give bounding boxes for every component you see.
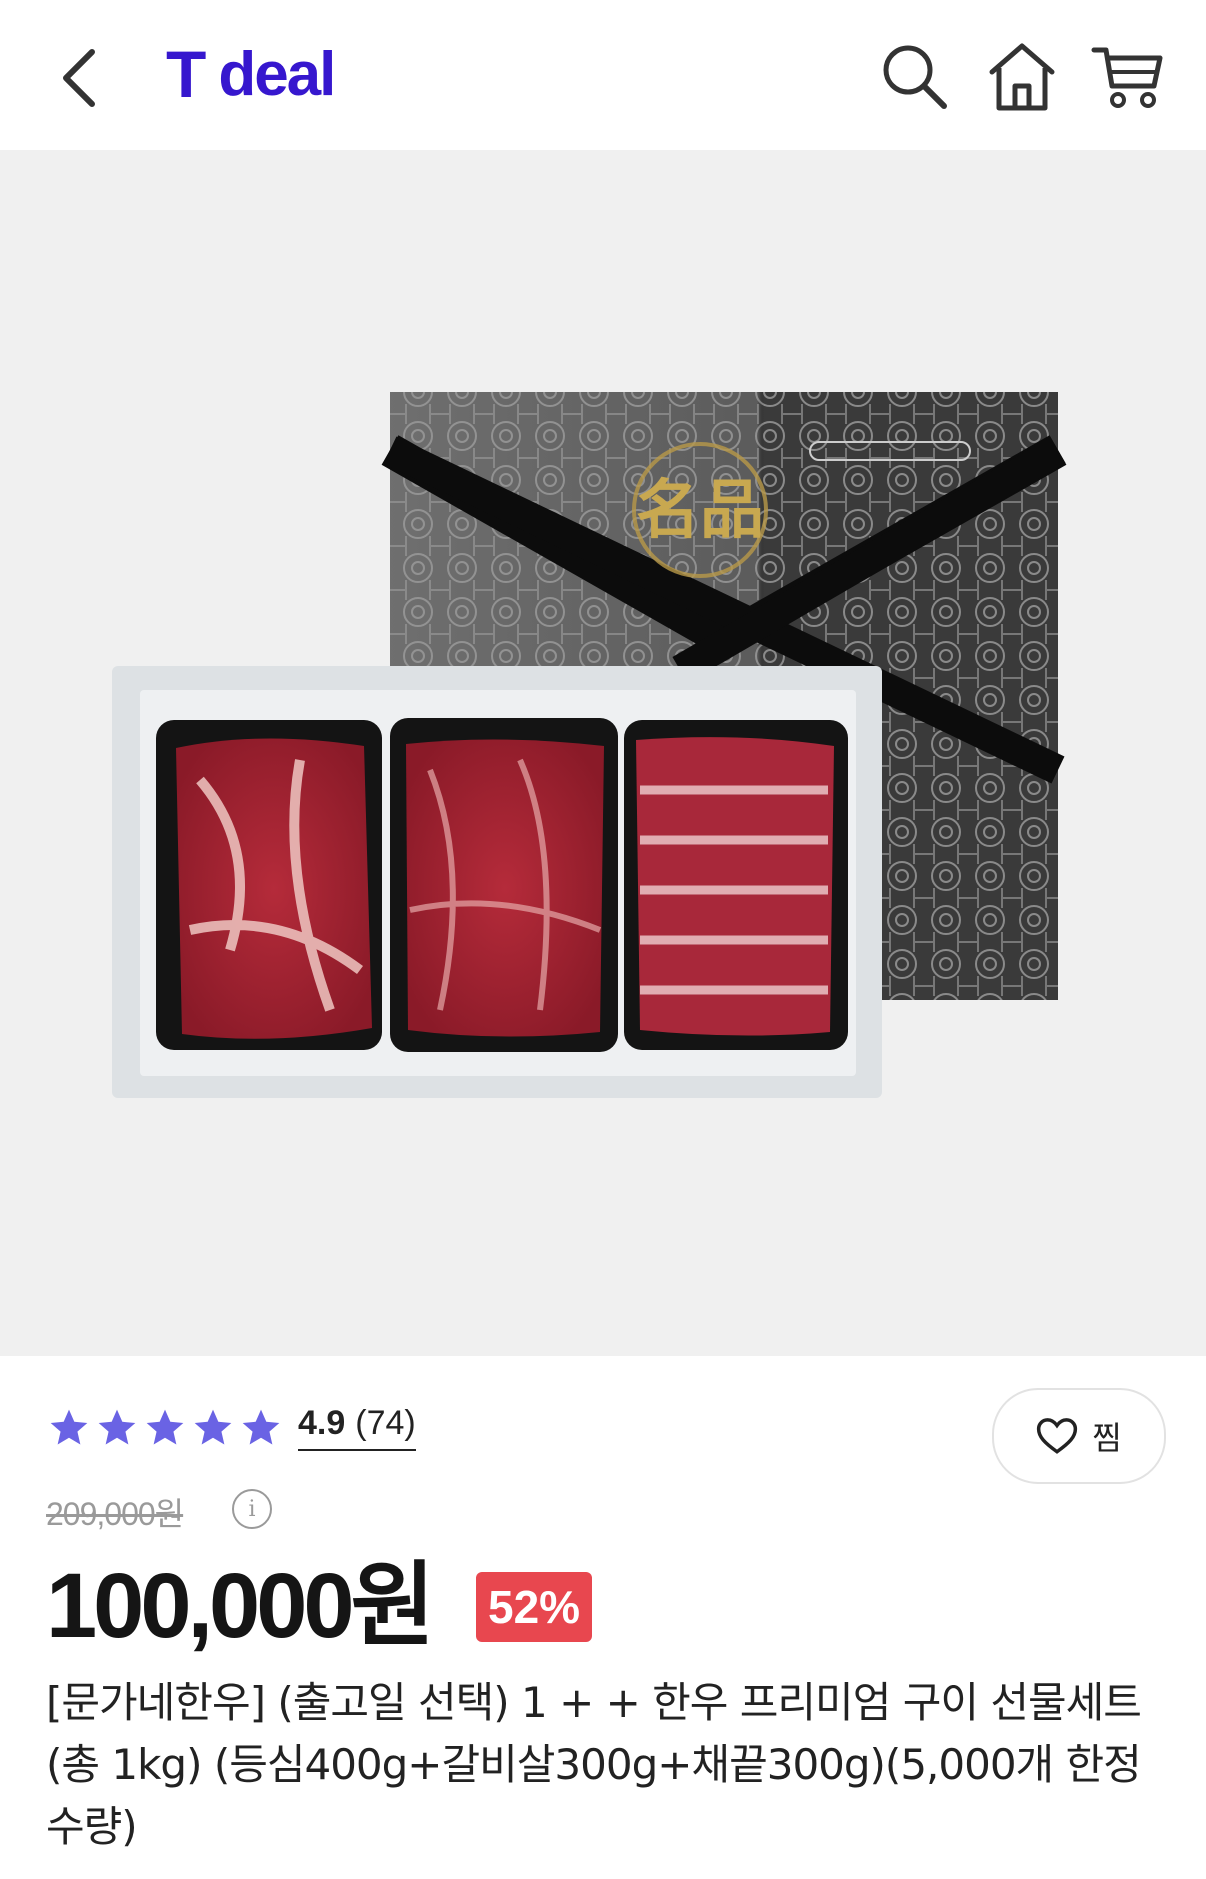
logo-text: deal	[218, 39, 336, 109]
tdeal-logo[interactable]: T deal	[166, 34, 336, 114]
home-button[interactable]	[984, 38, 1060, 114]
home-icon	[989, 43, 1055, 111]
review-link[interactable]: 4.9 (74)	[298, 1404, 416, 1451]
review-count: (74)	[355, 1404, 416, 1442]
box-seal-text: 名品	[636, 473, 764, 548]
star-icon	[98, 1409, 136, 1444]
product-title: [문가네한우] (출고일 선택) 1 + + 한우 프리미엄 구이 선물세트(총…	[46, 1678, 1142, 1851]
search-icon	[883, 45, 947, 109]
product-photo: 名品	[112, 392, 1067, 1098]
product-info: 4.9 (74) 찜 209,000원 i 100,000원 52% [문가네한…	[0, 1356, 1206, 1879]
wishlist-button[interactable]: 찜	[992, 1388, 1166, 1484]
info-icon[interactable]: i	[232, 1489, 272, 1529]
top-app-bar: T deal	[0, 0, 1206, 150]
rating-score: 4.9	[298, 1404, 346, 1442]
original-price: 209,000원	[46, 1496, 184, 1532]
sale-price: 100,000원	[46, 1555, 435, 1657]
star-icon	[242, 1409, 280, 1444]
discount-badge: 52%	[476, 1572, 593, 1642]
heart-icon	[1037, 1418, 1078, 1454]
back-chevron-icon	[63, 49, 95, 107]
cart-icon	[1091, 47, 1163, 108]
product-image[interactable]: 名品	[0, 150, 1206, 1356]
star-rating	[46, 1406, 284, 1450]
star-icon	[194, 1409, 232, 1444]
star-icon	[146, 1409, 184, 1444]
cart-button[interactable]	[1090, 38, 1166, 114]
star-icon	[50, 1409, 88, 1444]
rating-row: 4.9 (74)	[46, 1404, 416, 1451]
wishlist-label: 찜	[1092, 1419, 1122, 1457]
search-button[interactable]	[876, 38, 952, 114]
back-button[interactable]	[52, 40, 112, 112]
logo-t: T	[166, 37, 207, 111]
